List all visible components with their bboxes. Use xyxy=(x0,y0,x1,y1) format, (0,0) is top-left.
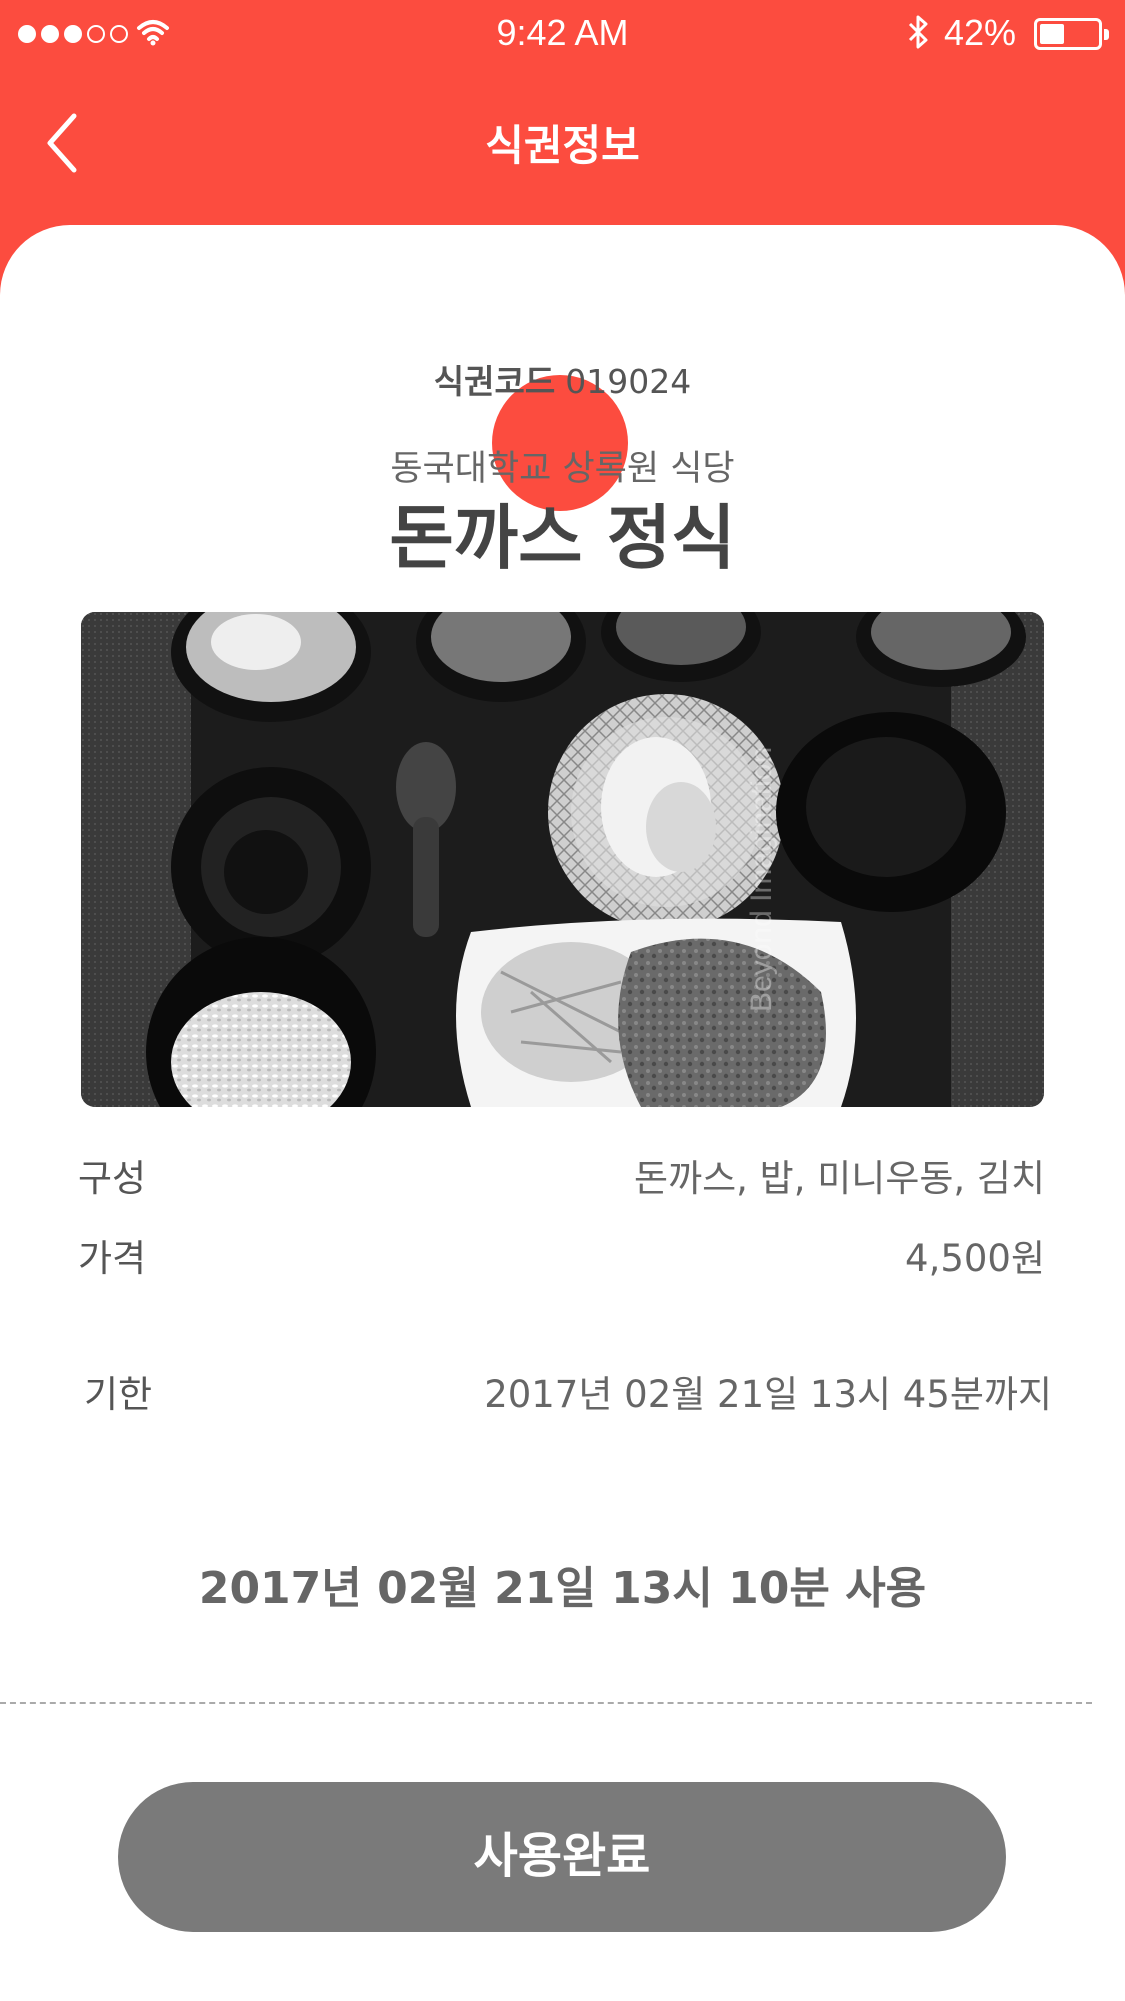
detail-label-price: 가격 xyxy=(78,1237,147,1280)
detail-label-composition: 구성 xyxy=(78,1157,147,1200)
meal-photo: Beyond Imagination xyxy=(81,612,1044,1107)
battery-level-fill xyxy=(1040,24,1064,44)
dashed-divider xyxy=(0,1702,1092,1704)
detail-value-composition: 돈까스, 밥, 미니우동, 김치 xyxy=(634,1157,1045,1200)
bluetooth-icon xyxy=(908,15,928,49)
ticket-code-label: 식권코드 xyxy=(433,362,556,401)
photo-watermark: Beyond Imagination xyxy=(745,747,778,1012)
detail-label-deadline: 기한 xyxy=(84,1373,153,1416)
battery-percent: 42% xyxy=(944,12,1017,53)
status-bar: 9:42 AM 42% xyxy=(0,0,1125,66)
ticket-code: 식권코드 019024 xyxy=(0,355,1125,403)
detail-value-price: 4,500원 xyxy=(905,1237,1045,1280)
used-timestamp: 2017년 02월 21일 13시 10분 사용 xyxy=(198,1563,927,1614)
use-complete-button[interactable]: 사용완료 xyxy=(118,1782,1006,1932)
menu-name: 돈까스 정식 xyxy=(389,497,736,579)
detail-value-deadline: 2017년 02월 21일 13시 45분까지 xyxy=(484,1373,1052,1416)
battery-icon xyxy=(1034,18,1109,50)
page-title: 식권정보 xyxy=(485,121,640,170)
ticket-code-value: 019024 xyxy=(565,362,692,401)
